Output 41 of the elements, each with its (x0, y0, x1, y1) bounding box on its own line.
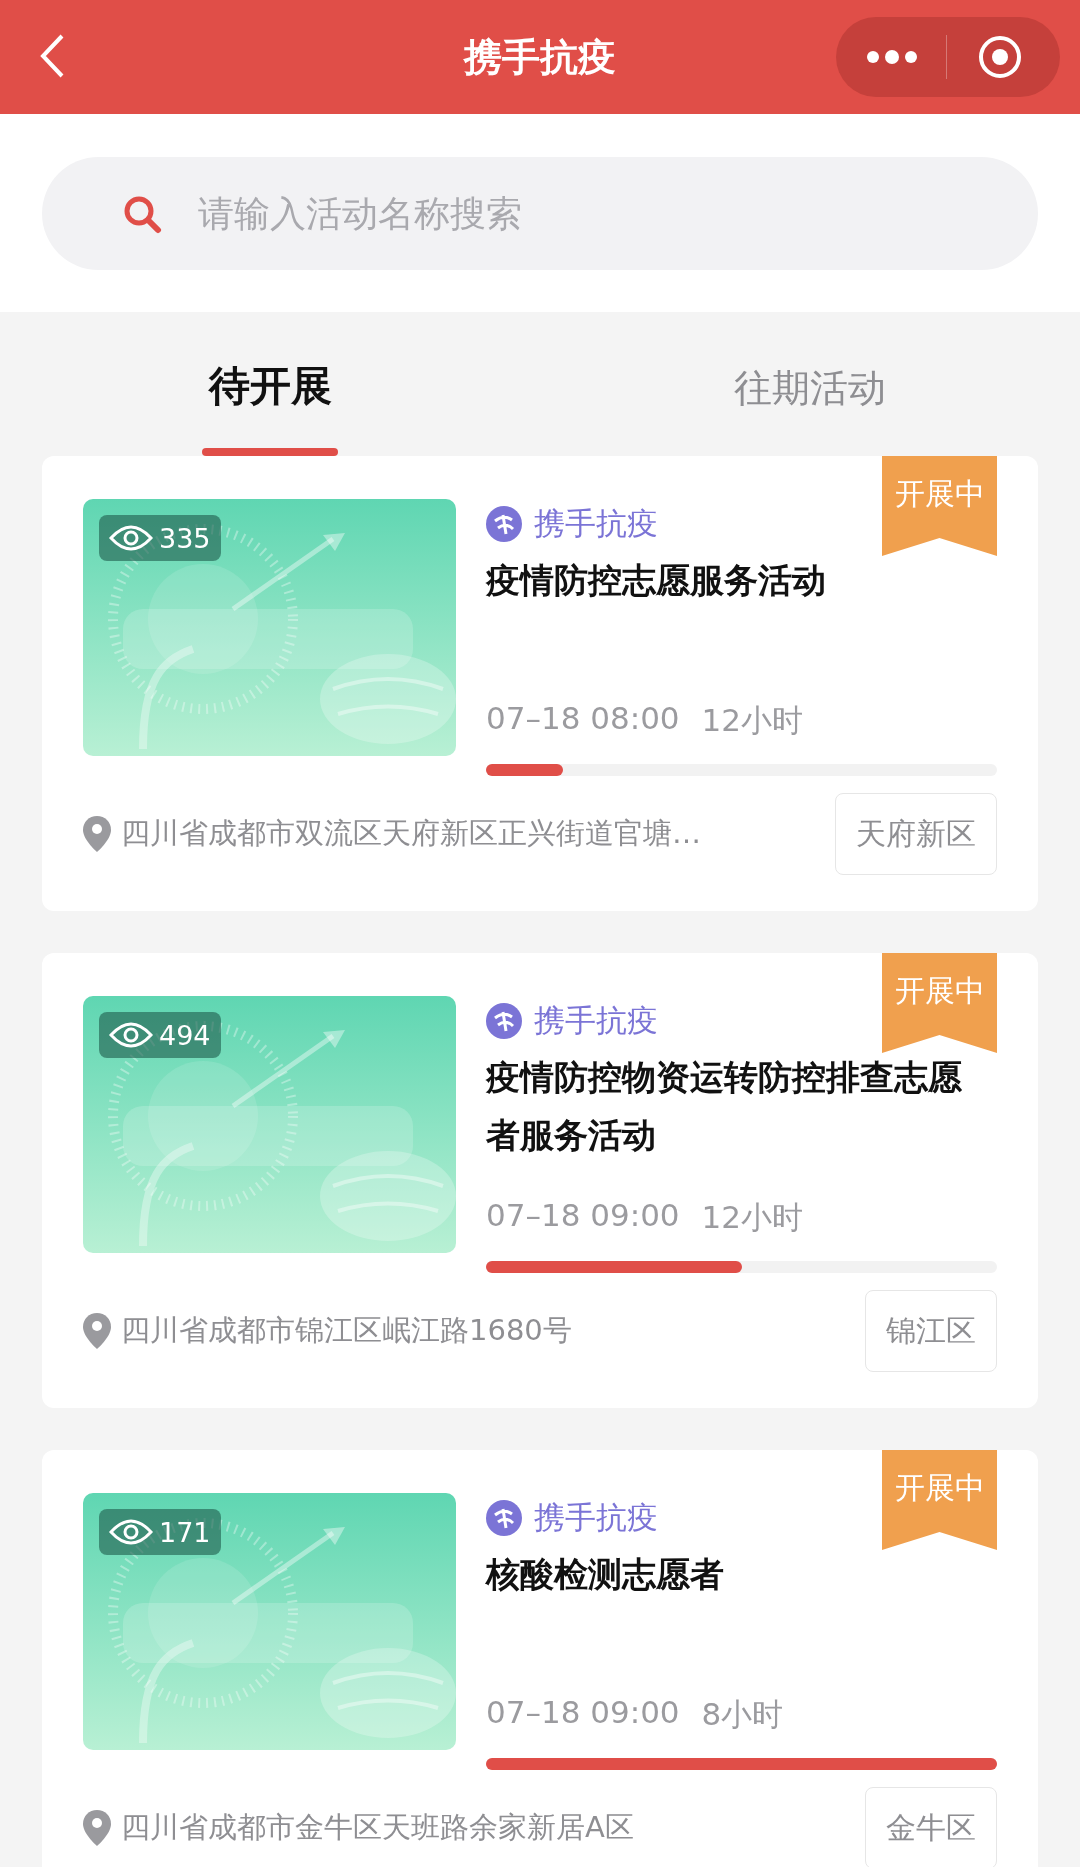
district-button[interactable]: 天府新区 (835, 793, 997, 875)
activity-title: 核酸检测志愿者 (486, 1553, 725, 1596)
eye-icon (109, 1021, 153, 1049)
tab[interactable]: 往期活动 (540, 312, 1080, 456)
status-ribbon: 开展中 (882, 1450, 997, 1550)
location-pin-icon (83, 1810, 111, 1846)
activity-title: 疫情防控物资运转防控排查志愿者服务活动 (486, 1056, 963, 1157)
status-ribbon: 开展中 (882, 953, 997, 1053)
eye-icon (109, 1518, 153, 1546)
duration: 12小时 (701, 1198, 804, 1237)
page-title: 携手抗疫 (464, 33, 616, 81)
logo-icon (486, 1500, 522, 1536)
activity-title: 疫情防控志愿服务活动 (486, 559, 827, 602)
source-label: 携手抗疫 (534, 1498, 658, 1537)
source-label: 携手抗疫 (534, 1001, 658, 1040)
address: 四川省成都市金牛区天班路余家新居A区 (121, 1809, 635, 1846)
view-count: 335 (99, 515, 221, 561)
district-button[interactable]: 锦江区 (865, 1290, 997, 1372)
district-button[interactable]: 金牛区 (865, 1787, 997, 1867)
view-count: 494 (99, 1012, 221, 1058)
logo-icon (486, 506, 522, 542)
address: 四川省成都市双流区天府新区正兴街道官塘… (121, 815, 702, 852)
source-label: 携手抗疫 (534, 504, 658, 543)
logo-icon (486, 1003, 522, 1039)
duration: 8小时 (701, 1695, 784, 1734)
search-icon (122, 194, 162, 234)
view-count: 171 (99, 1509, 221, 1555)
tab[interactable]: 待开展 (0, 312, 540, 456)
address: 四川省成都市锦江区岷江路1680号 (121, 1312, 573, 1349)
location-pin-icon (83, 816, 111, 852)
eye-icon (109, 524, 153, 552)
duration: 12小时 (701, 701, 804, 740)
location-pin-icon (83, 1313, 111, 1349)
search-field[interactable]: 请输入活动名称搜索 (42, 157, 1038, 270)
close-target-icon[interactable] (977, 34, 1023, 80)
more-icon[interactable] (866, 50, 918, 64)
start-time: 07–18 08:00 (486, 700, 680, 738)
back-icon[interactable] (38, 33, 66, 79)
start-time: 07–18 09:00 (486, 1694, 680, 1732)
start-time: 07–18 09:00 (486, 1197, 680, 1235)
status-ribbon: 开展中 (882, 456, 997, 556)
